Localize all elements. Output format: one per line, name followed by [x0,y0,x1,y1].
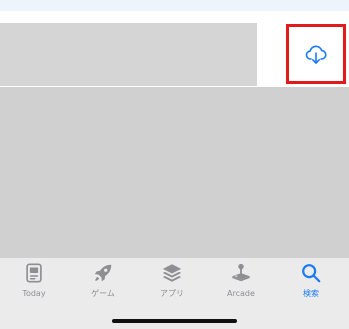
tab-today[interactable]: Today [4,261,64,303]
layers-icon [160,261,184,285]
joystick-icon [229,261,253,285]
tab-search-label: 検索 [303,289,319,298]
tab-apps[interactable]: アプリ [142,261,202,303]
search-icon [299,261,323,285]
loading-placeholder-content [0,87,349,262]
tab-search[interactable]: 検索 [281,261,341,303]
tab-arcade[interactable]: Arcade [211,261,271,303]
today-icon [22,261,46,285]
cloud-download-icon [305,45,327,64]
top-banner [0,0,349,11]
tab-today-label: Today [22,289,46,298]
tab-games[interactable]: ゲーム [73,261,133,303]
loading-placeholder-row [0,23,257,86]
tab-apps-label: アプリ [160,289,184,298]
tab-arcade-label: Arcade [227,289,255,298]
tab-games-label: ゲーム [91,289,115,298]
rocket-icon [91,261,115,285]
home-indicator[interactable] [112,319,237,323]
download-button[interactable] [286,24,346,84]
